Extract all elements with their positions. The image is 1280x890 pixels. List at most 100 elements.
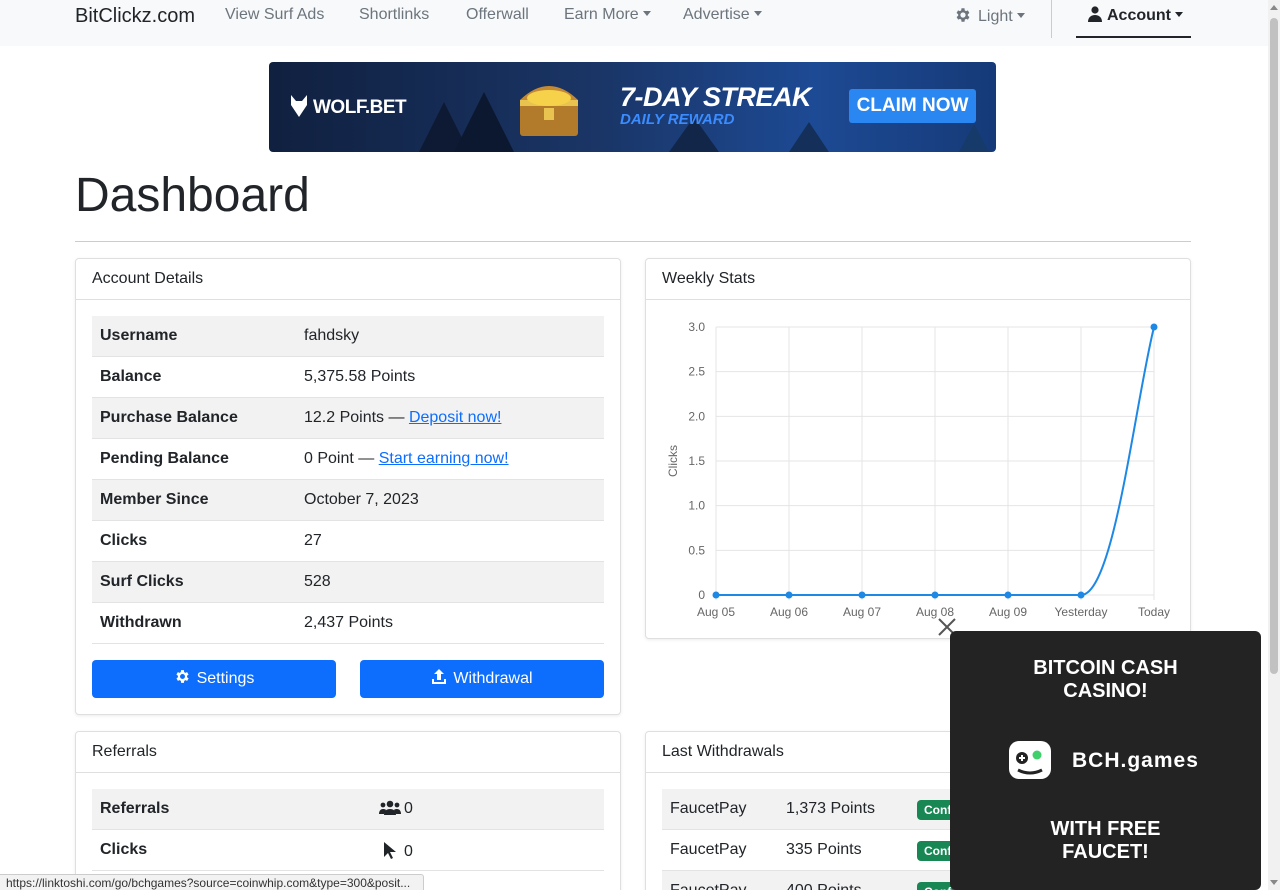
nav-earn-more-label: Earn More bbox=[564, 6, 639, 23]
withdrawal-amount: 335 Points bbox=[786, 841, 862, 858]
row-value: 5,375.58 Points bbox=[304, 368, 416, 385]
wolfbet-logo: WOLF.BET bbox=[289, 95, 407, 119]
row-label: Withdrawn bbox=[100, 614, 182, 631]
nav-view-surf-ads[interactable]: View Surf Ads bbox=[225, 6, 324, 24]
users-icon bbox=[379, 800, 401, 815]
start-earning-link[interactable]: Start earning now! bbox=[379, 450, 509, 467]
account-row-member-since: Member Since October 7, 2023 bbox=[92, 480, 604, 521]
chevron-down-icon bbox=[753, 11, 762, 16]
page-title: Dashboard bbox=[75, 169, 310, 222]
chart-data-point bbox=[1077, 591, 1085, 599]
top-navbar: BitClickz.com View Surf Ads Shortlinks O… bbox=[0, 0, 1268, 46]
theme-toggle-dropdown[interactable]: Light bbox=[954, 6, 1025, 26]
account-details-card: Account Details Username fahdsky Balance 5… bbox=[75, 258, 621, 715]
account-row-clicks: Clicks 27 bbox=[92, 521, 604, 562]
ad-sub-line1: WITH FREE bbox=[1050, 818, 1161, 840]
chart-ytick-label: 1.0 bbox=[688, 499, 705, 513]
chart-ytick-label: 1.5 bbox=[688, 454, 705, 468]
page-scrollbar[interactable] bbox=[1268, 0, 1280, 890]
settings-button[interactable]: Settings bbox=[92, 660, 336, 698]
chart-data-point bbox=[712, 591, 720, 599]
banner-headline: 7-DAY STREAK bbox=[620, 82, 812, 112]
account-row-withdrawn: Withdrawn 2,437 Points bbox=[92, 603, 604, 644]
ad-title-line1: BITCOIN CASH bbox=[1033, 657, 1178, 679]
banner-subline: DAILY REWARD bbox=[620, 111, 735, 128]
settings-label: Settings bbox=[196, 670, 255, 687]
ad-sub-line2: FAUCET! bbox=[1062, 841, 1149, 863]
gear-icon bbox=[176, 670, 189, 683]
withdrawal-method: FaucetPay bbox=[670, 841, 747, 858]
chevron-down-icon bbox=[1016, 13, 1025, 18]
withdrawal-button[interactable]: Withdrawal bbox=[360, 660, 604, 698]
account-label: Account bbox=[1107, 7, 1171, 24]
referrals-header: Referrals bbox=[76, 732, 620, 773]
chart-xtick-label: Today bbox=[1138, 605, 1170, 619]
chevron-down-icon bbox=[642, 11, 651, 16]
account-dropdown[interactable]: Account bbox=[1076, 0, 1191, 38]
account-details-header: Account Details bbox=[76, 259, 620, 300]
referrals-count: 0 bbox=[404, 800, 413, 817]
chart-data-point bbox=[1150, 323, 1158, 331]
chart-xtick-label: Aug 09 bbox=[989, 605, 1027, 619]
chevron-down-icon bbox=[1175, 12, 1183, 17]
chart-xtick-label: Aug 07 bbox=[843, 605, 881, 619]
referral-row-referrals: Referrals 0 bbox=[92, 789, 604, 830]
chart-ytick-label: 2.0 bbox=[688, 409, 705, 423]
chart-data-point bbox=[858, 591, 866, 599]
theme-label: Light bbox=[978, 8, 1013, 25]
brand-logo[interactable]: BitClickz.com bbox=[75, 5, 195, 28]
scroll-up-arrow-icon[interactable] bbox=[1270, 5, 1278, 10]
row-label: Clicks bbox=[100, 532, 148, 549]
ad-title-line2: CASINO! bbox=[1063, 680, 1148, 702]
treasure-chest-icon bbox=[520, 86, 578, 136]
ad-subtitle: WITH FREE FAUCET! bbox=[950, 818, 1261, 864]
gamepad-icon bbox=[1009, 741, 1051, 779]
account-row-purchase-balance: Purchase Balance 12.2 Points — Deposit no… bbox=[92, 398, 604, 439]
referrals-card: Referrals Referrals 0 Clicks 0 bbox=[75, 731, 621, 890]
withdrawal-amount: 400 Points bbox=[786, 882, 862, 890]
row-value: 27 bbox=[304, 532, 322, 549]
claim-now-button[interactable]: CLAIM NOW bbox=[849, 89, 976, 123]
nav-offerwall[interactable]: Offerwall bbox=[466, 6, 529, 24]
gear-icon bbox=[956, 8, 970, 22]
browser-status-bar: https://linktoshi.com/go/bchgames?source… bbox=[0, 874, 424, 890]
scroll-down-arrow-icon[interactable] bbox=[1270, 880, 1278, 885]
row-value: 528 bbox=[304, 573, 331, 590]
account-row-pending-balance: Pending Balance 0 Point — Start earning n… bbox=[92, 439, 604, 480]
row-label: Balance bbox=[100, 368, 162, 385]
weekly-stats-card: Weekly Stats 0 0.5 1.0 1.5 2.0 2.5 3.0 Aug 05 Au… bbox=[645, 258, 1191, 639]
chart-xtick-label: Aug 06 bbox=[770, 605, 808, 619]
withdrawal-method: FaucetPay bbox=[670, 800, 747, 817]
chart-data-point bbox=[931, 591, 939, 599]
nav-shortlinks[interactable]: Shortlinks bbox=[359, 6, 429, 24]
chart-data-point bbox=[1004, 591, 1012, 599]
nav-earn-more-dropdown[interactable]: Earn More bbox=[564, 6, 651, 24]
row-value: 0 bbox=[383, 841, 413, 861]
row-label: Purchase Balance bbox=[100, 409, 238, 426]
scrollbar-thumb[interactable] bbox=[1270, 18, 1278, 674]
title-divider bbox=[75, 241, 1191, 242]
bch-games-popup-ad[interactable]: BITCOIN CASH CASINO! BCH.games WITH FREE F… bbox=[950, 631, 1261, 890]
upload-icon bbox=[432, 669, 447, 684]
row-value: October 7, 2023 bbox=[304, 491, 419, 508]
nav-advertise-dropdown[interactable]: Advertise bbox=[683, 6, 762, 24]
chart-data-point bbox=[785, 591, 793, 599]
account-row-balance: Balance 5,375.58 Points bbox=[92, 357, 604, 398]
withdrawal-label: Withdrawal bbox=[453, 670, 533, 687]
withdrawal-amount: 1,373 Points bbox=[786, 800, 875, 817]
cursor-icon bbox=[384, 842, 396, 859]
chart-xtick-label: Aug 05 bbox=[697, 605, 735, 619]
weekly-stats-chart: 0 0.5 1.0 1.5 2.0 2.5 3.0 Aug 05 Aug 06 Aug 07 Aug… bbox=[666, 320, 1170, 619]
deposit-now-link[interactable]: Deposit now! bbox=[409, 409, 502, 426]
row-label: Member Since bbox=[100, 491, 209, 508]
wolfbet-banner-ad[interactable]: WOLF.BET 7-DAY STREAK DAILY REWARD CLAIM… bbox=[269, 62, 996, 152]
account-row-surf-clicks: Surf Clicks 528 bbox=[92, 562, 604, 603]
wolfbet-logo-text: WOLF.BET bbox=[313, 97, 407, 118]
row-value: 0 bbox=[379, 800, 413, 818]
user-icon bbox=[1088, 6, 1102, 22]
row-value: 0 Point — Start earning now! bbox=[304, 450, 509, 468]
row-label: Pending Balance bbox=[100, 450, 229, 467]
row-label: Clicks bbox=[100, 841, 148, 858]
chart-xtick-label: Yesterday bbox=[1055, 605, 1108, 619]
chart-ytick-label: 2.5 bbox=[688, 365, 705, 379]
